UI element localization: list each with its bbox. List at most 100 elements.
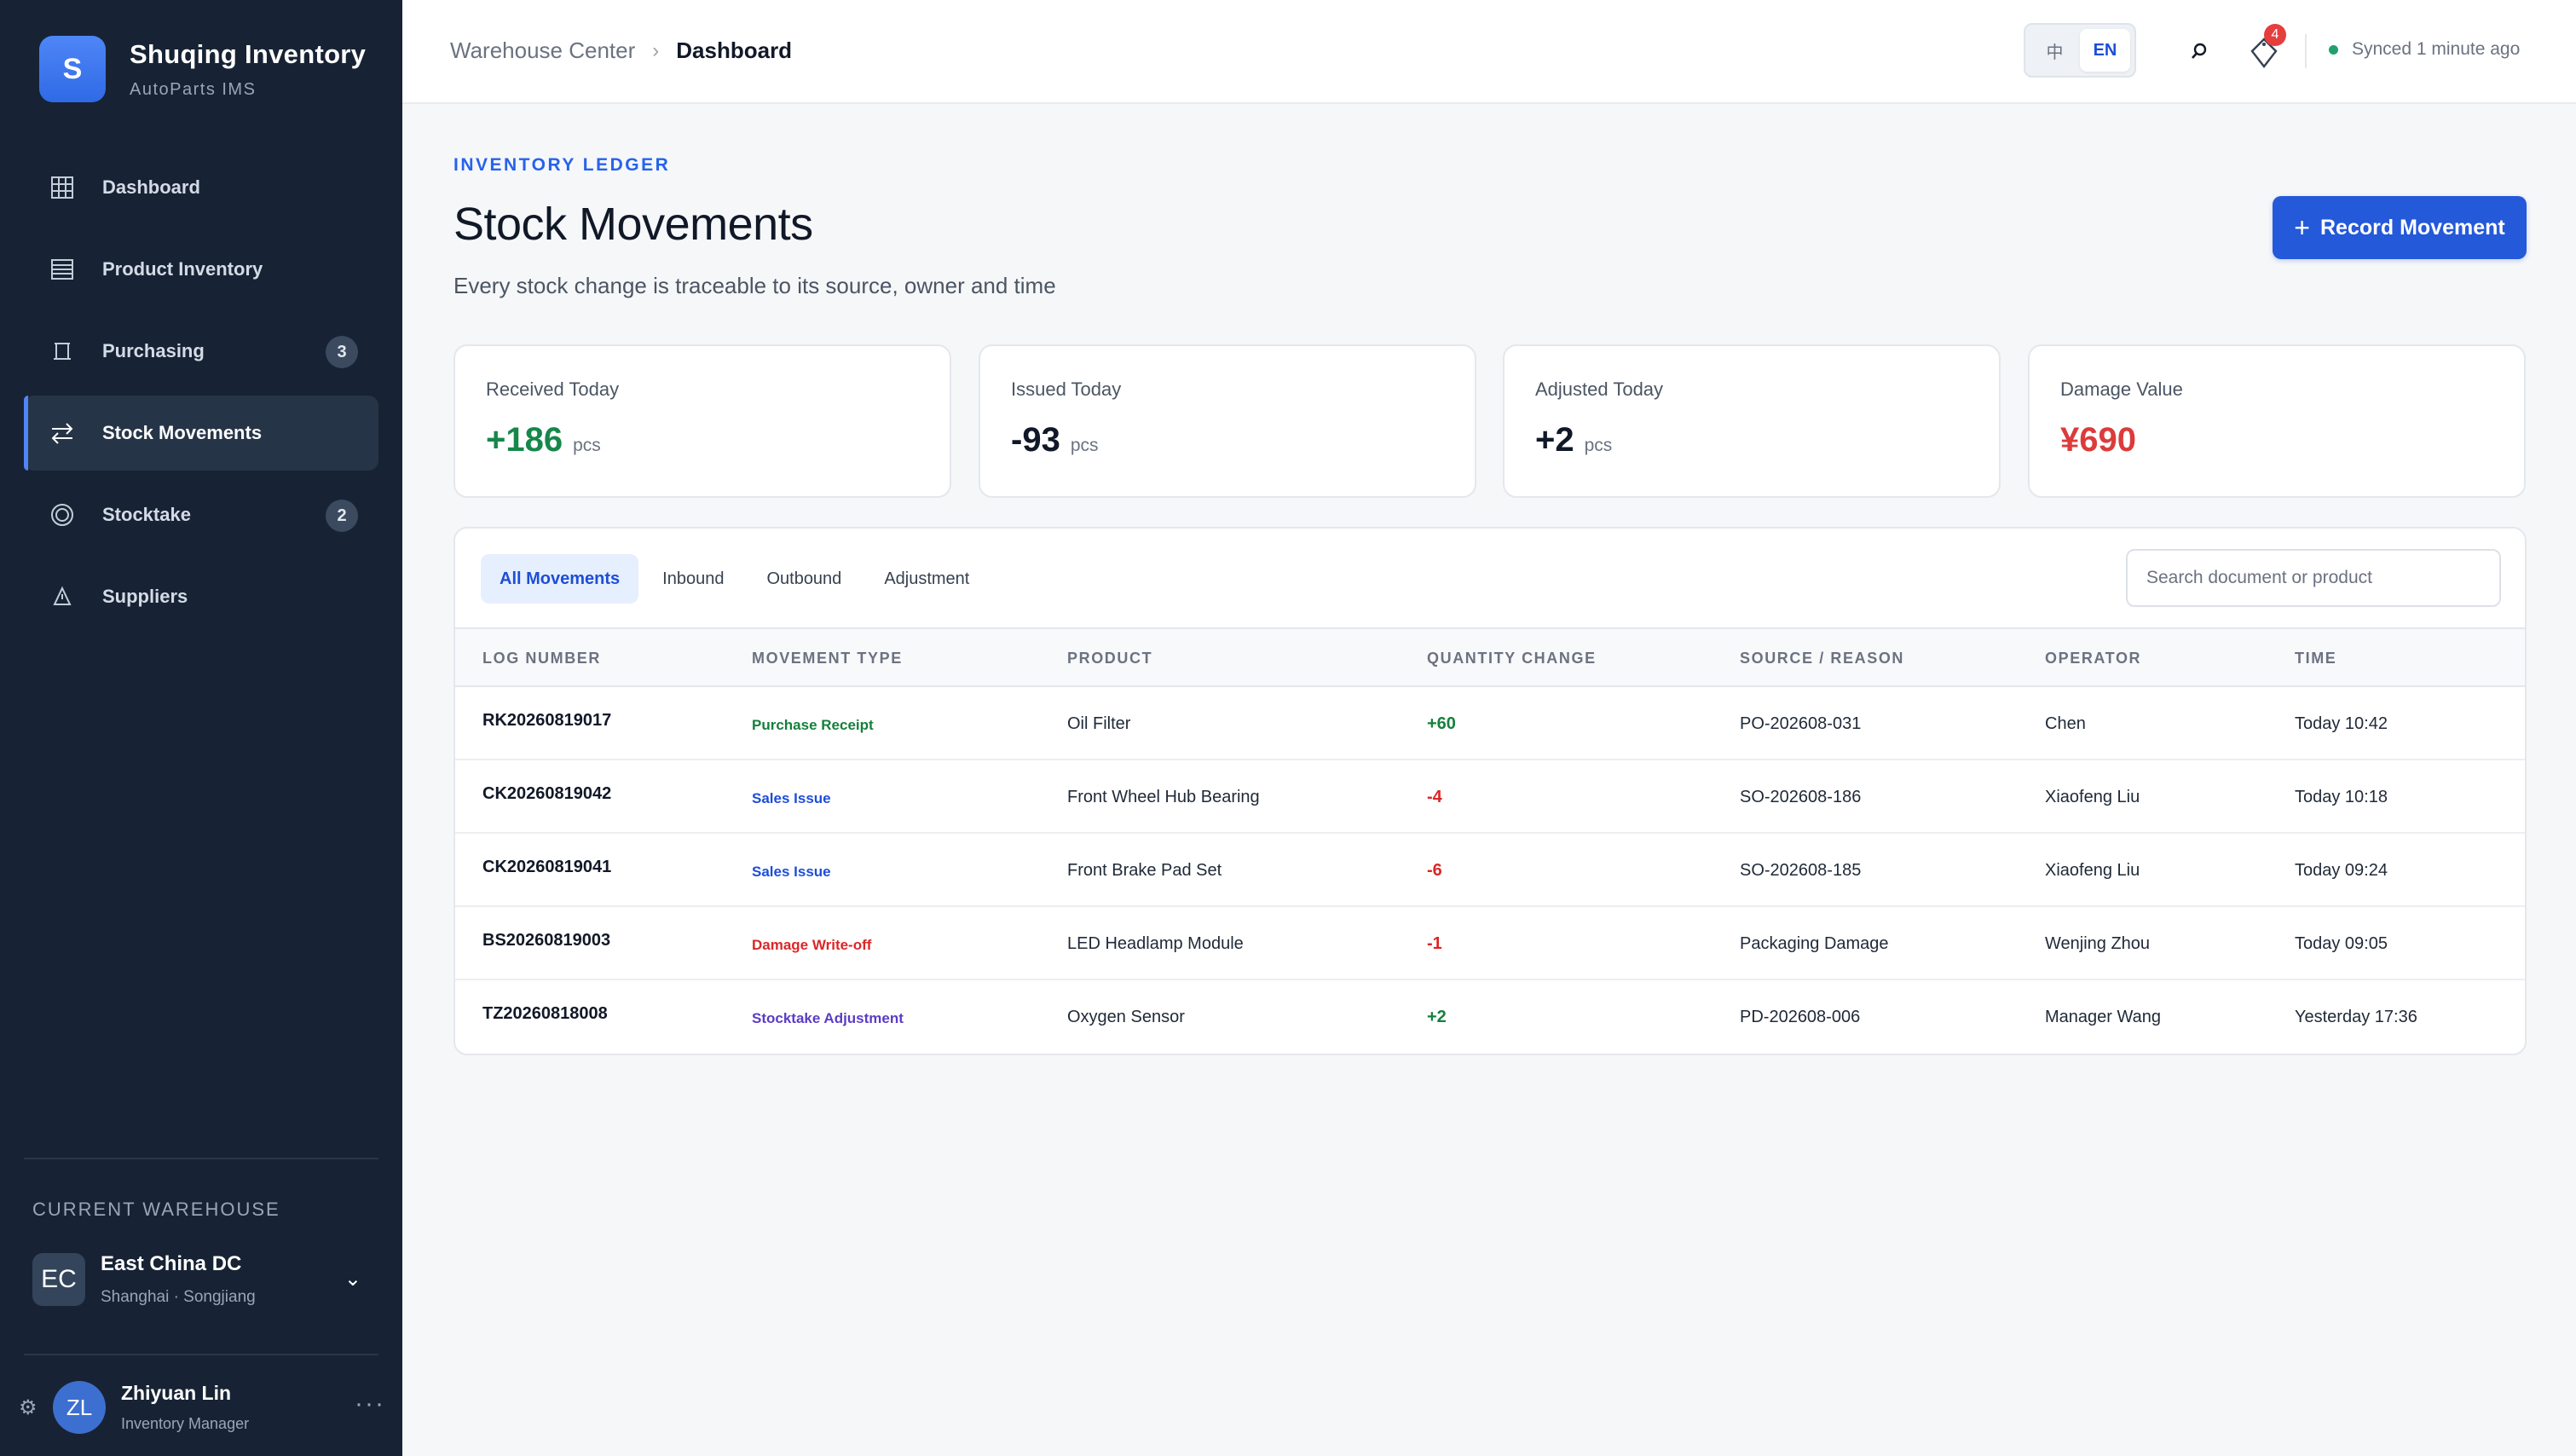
sidebar-item-label: Dashboard — [102, 176, 200, 198]
time: Today 10:42 — [2295, 714, 2388, 733]
operator: Xiaofeng Liu — [2045, 788, 2140, 806]
warehouse-selector[interactable]: EC East China DC Shanghai · Songjiang ⌄ — [32, 1250, 373, 1309]
source-reason: PO-202608-031 — [1740, 714, 1862, 733]
notification-badge: 4 — [2264, 24, 2286, 46]
tab-inbound[interactable]: Inbound — [644, 554, 742, 604]
language-switch: 中 EN — [2024, 23, 2136, 78]
record-movement-button[interactable]: + Record Movement — [2273, 196, 2527, 259]
stat-value: -93 — [1011, 421, 1060, 459]
stat-unit: pcs — [1584, 436, 1613, 455]
stat-label: Issued Today — [1011, 378, 1122, 400]
log-number[interactable]: BS20260819003 — [482, 931, 610, 950]
status-dot-icon — [2329, 44, 2338, 55]
page-title: Stock Movements — [453, 199, 813, 250]
list-icon — [48, 255, 77, 284]
sync-status: Synced 1 minute ago — [2329, 39, 2520, 60]
target-icon — [48, 500, 77, 529]
lang-zh-button[interactable]: 中 — [2030, 29, 2080, 72]
movements-table-card: All Movements Inbound Outbound Adjustmen… — [453, 527, 2527, 1055]
page-subtitle: Every stock change is traceable to its s… — [453, 273, 1056, 298]
stat-card-received: Received Today +186 pcs — [453, 344, 951, 498]
search-input[interactable] — [2126, 549, 2501, 607]
table-row[interactable]: RK20260819017 Purchase Receipt Oil Filte… — [455, 687, 2525, 760]
sidebar-item-stocktake[interactable]: Stocktake 2 — [24, 477, 378, 552]
table-row[interactable]: CK20260819042 Sales Issue Front Wheel Hu… — [455, 760, 2525, 834]
warehouse-name: East China DC — [101, 1252, 242, 1275]
breadcrumb-home[interactable]: Warehouse Center — [450, 38, 635, 64]
user-role: Inventory Manager — [121, 1415, 250, 1432]
sidebar-nav: Dashboard Product Inventory Purchasing 3… — [24, 150, 378, 641]
stat-card-issued: Issued Today -93 pcs — [979, 344, 1476, 498]
stat-label: Received Today — [486, 378, 620, 400]
quantity-change: +60 — [1427, 714, 1456, 733]
sidebar-item-stock-movements[interactable]: Stock Movements — [24, 396, 378, 471]
column-header[interactable]: MOVEMENT TYPE — [752, 650, 903, 667]
log-number[interactable]: CK20260819041 — [482, 858, 611, 877]
sidebar-item-suppliers[interactable]: Suppliers — [24, 559, 378, 634]
sidebar-item-purchasing[interactable]: Purchasing 3 — [24, 314, 378, 389]
stat-value: +186 — [486, 421, 563, 459]
grid-icon — [48, 173, 77, 202]
column-header[interactable]: QUANTITY CHANGE — [1427, 650, 1597, 667]
time: Today 09:05 — [2295, 934, 2388, 953]
column-header[interactable]: TIME — [2295, 650, 2336, 667]
sidebar-item-product-inventory[interactable]: Product Inventory — [24, 232, 378, 307]
table-row[interactable]: BS20260819003 Damage Write-off LED Headl… — [455, 907, 2525, 980]
movement-type-badge: Damage Write-off — [752, 937, 872, 953]
user-profile[interactable]: ⚙ ZL Zhiyuan Lin Inventory Manager ··· — [19, 1379, 385, 1436]
stat-unit: pcs — [1070, 436, 1099, 455]
log-number[interactable]: TZ20260818008 — [482, 1004, 608, 1024]
stat-value: +2 — [1535, 421, 1574, 459]
column-header[interactable]: LOG NUMBER — [482, 650, 601, 667]
stocktake-badge: 2 — [326, 500, 358, 532]
source-reason: PD-202608-006 — [1740, 1008, 1861, 1026]
stat-label: Damage Value — [2060, 378, 2183, 400]
sidebar: S Shuqing Inventory AutoParts IMS Dashbo… — [0, 0, 402, 1456]
time: Today 09:24 — [2295, 861, 2388, 880]
movement-type-badge: Sales Issue — [752, 864, 831, 880]
tab-adjustment[interactable]: Adjustment — [865, 554, 988, 604]
warehouse-location: Shanghai · Songjiang — [101, 1288, 256, 1306]
log-number[interactable]: CK20260819042 — [482, 784, 611, 804]
tab-all-movements[interactable]: All Movements — [481, 554, 639, 604]
chevron-down-icon[interactable]: ⌄ — [344, 1267, 361, 1291]
gear-icon[interactable]: ⚙ — [19, 1395, 43, 1420]
stat-unit: pcs — [573, 436, 601, 455]
table-row[interactable]: TZ20260818008 Stocktake Adjustment Oxyge… — [455, 980, 2525, 1054]
operator: Manager Wang — [2045, 1008, 2161, 1026]
product-name: Oxygen Sensor — [1067, 1008, 1185, 1026]
page-kicker: INVENTORY LEDGER — [453, 155, 671, 175]
log-number[interactable]: RK20260819017 — [482, 711, 611, 731]
warehouse-label: CURRENT WAREHOUSE — [32, 1199, 280, 1220]
search-icon[interactable] — [2182, 34, 2216, 68]
column-header[interactable]: SOURCE / REASON — [1740, 650, 1904, 667]
movement-type-badge: Stocktake Adjustment — [752, 1010, 904, 1026]
sidebar-item-dashboard[interactable]: Dashboard — [24, 150, 378, 225]
brand[interactable]: S Shuqing Inventory AutoParts IMS — [39, 36, 366, 102]
sidebar-item-label: Suppliers — [102, 586, 188, 607]
sync-status-text: Synced 1 minute ago — [2352, 39, 2521, 59]
brand-name: Shuqing Inventory — [130, 38, 367, 69]
movement-type-badge: Sales Issue — [752, 790, 831, 806]
tab-outbound[interactable]: Outbound — [748, 554, 860, 604]
operator: Xiaofeng Liu — [2045, 861, 2140, 880]
more-icon[interactable]: ··· — [355, 1390, 385, 1418]
table-header: LOG NUMBER MOVEMENT TYPE PRODUCT QUANTIT… — [455, 627, 2525, 687]
column-header[interactable]: PRODUCT — [1067, 650, 1152, 667]
quantity-change: -1 — [1427, 934, 1442, 953]
source-reason: SO-202608-185 — [1740, 861, 1862, 880]
warehouse-avatar: EC — [32, 1253, 85, 1306]
product-name: Front Brake Pad Set — [1067, 861, 1222, 880]
sidebar-item-label: Product Inventory — [102, 258, 263, 280]
quantity-change: -6 — [1427, 861, 1442, 880]
column-header[interactable]: OPERATOR — [2045, 650, 2141, 667]
topbar-divider — [2305, 34, 2307, 68]
table-row[interactable]: CK20260819041 Sales Issue Front Brake Pa… — [455, 834, 2525, 907]
stat-card-adjusted: Adjusted Today +2 pcs — [1503, 344, 2001, 498]
sidebar-divider — [24, 1354, 378, 1355]
operator: Chen — [2045, 714, 2086, 733]
user-name: Zhiyuan Lin — [121, 1382, 232, 1404]
plus-icon: + — [2294, 211, 2310, 243]
lang-en-button[interactable]: EN — [2080, 29, 2130, 72]
source-reason: SO-202608-186 — [1740, 788, 1862, 806]
